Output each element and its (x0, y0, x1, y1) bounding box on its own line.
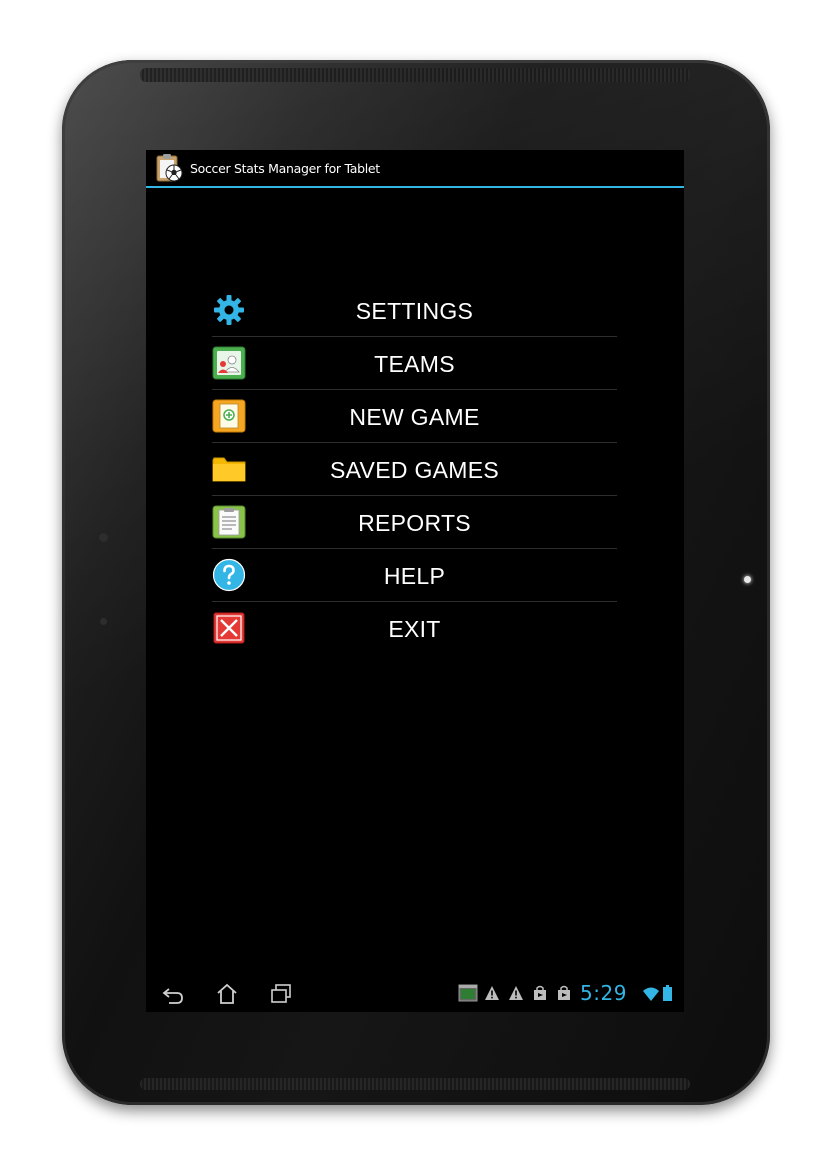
menu-label-saved-games: SAVED GAMES (329, 457, 500, 483)
menu-label-teams: TEAMS (374, 351, 455, 377)
menu-item-reports[interactable]: REPORTS (212, 496, 617, 549)
light-sensor (99, 533, 108, 542)
menu-label-settings: SETTINGS (355, 298, 474, 324)
menu-item-teams[interactable]: TEAMS (212, 337, 617, 390)
warning-icon[interactable] (484, 985, 500, 1001)
action-bar: Soccer Stats Manager for Tablet (146, 150, 684, 188)
store-bag-icon[interactable] (556, 985, 572, 1001)
top-speaker-grille (140, 68, 690, 82)
menu-item-settings[interactable]: SETTINGS (212, 284, 617, 337)
back-icon[interactable] (160, 982, 186, 1006)
main-menu: SETTINGS TEAMS NEW GAME SAVED GAMES REPO… (212, 284, 617, 654)
menu-label-new-game: NEW GAME (349, 404, 480, 430)
proximity-sensor (100, 618, 107, 625)
app-title: Soccer Stats Manager for Tablet (190, 161, 380, 176)
menu-item-help[interactable]: HELP (212, 549, 617, 602)
menu-label-exit: EXIT (388, 616, 441, 642)
warning-icon[interactable] (508, 985, 524, 1001)
battery-icon (663, 985, 672, 1001)
recent-apps-icon[interactable] (268, 982, 294, 1006)
menu-item-saved-games[interactable]: SAVED GAMES (212, 443, 617, 496)
soccer-clipboard-icon (156, 154, 183, 182)
front-camera (744, 576, 751, 583)
screenshot-notification-icon[interactable] (458, 984, 478, 1002)
menu-label-help: HELP (383, 563, 446, 589)
menu-item-new-game[interactable]: NEW GAME (212, 390, 617, 443)
clock: 5:29 (580, 981, 627, 1005)
store-bag-icon[interactable] (532, 985, 548, 1001)
bottom-speaker-grille (140, 1078, 690, 1090)
menu-label-reports: REPORTS (358, 510, 471, 536)
tablet-screen: Soccer Stats Manager for Tablet SETTINGS (146, 150, 684, 1012)
system-bar: 5:29 (146, 976, 684, 1012)
menu-item-exit[interactable]: EXIT (212, 602, 617, 654)
wifi-icon (643, 987, 659, 1001)
home-icon[interactable] (214, 982, 240, 1006)
